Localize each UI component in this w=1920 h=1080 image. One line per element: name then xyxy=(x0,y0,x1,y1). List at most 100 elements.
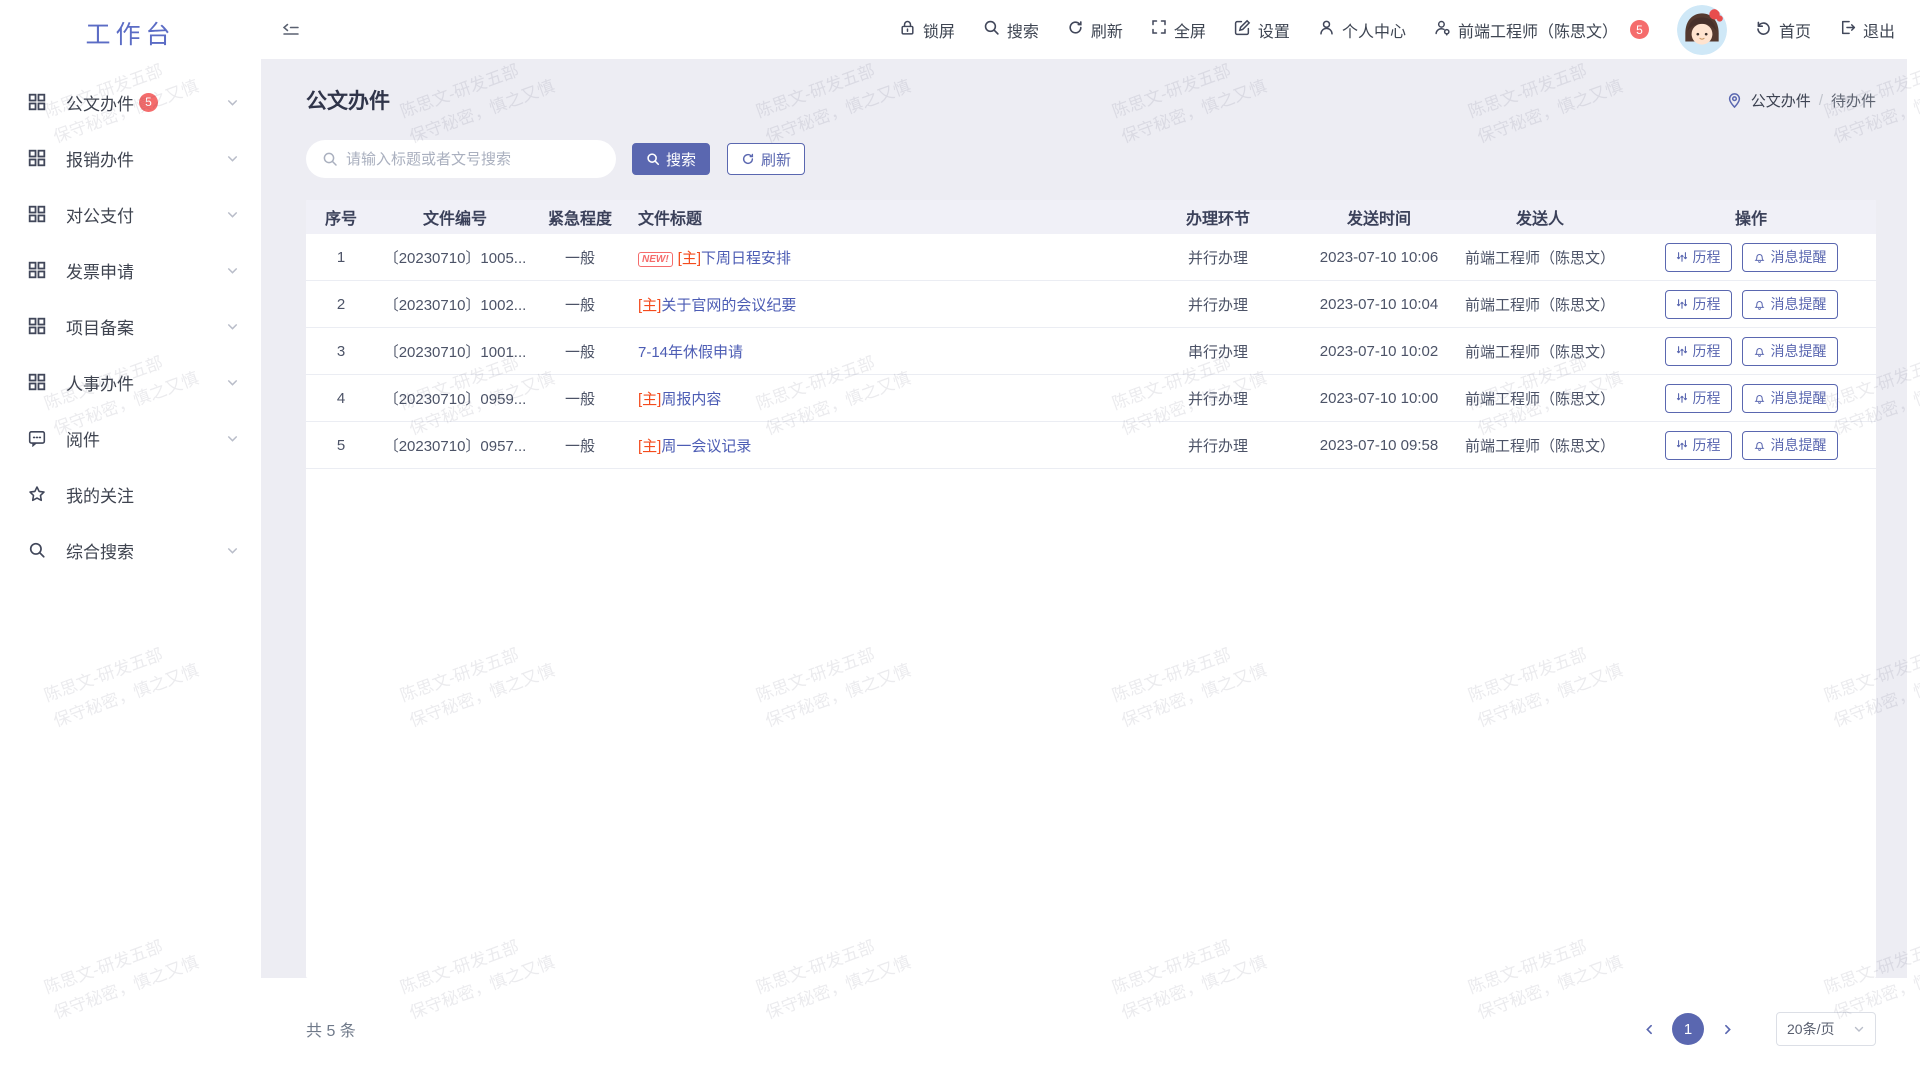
prev-page-button[interactable] xyxy=(1639,1019,1659,1039)
history-label: 历程 xyxy=(1693,341,1721,361)
column-header: 办理环节 xyxy=(1132,205,1304,229)
table-row: 2 〔20230710〕1002... 一般 [主]关于官网的会议纪要 并行办理… xyxy=(306,281,1876,328)
history-button[interactable]: 历程 xyxy=(1665,337,1732,366)
sidebar-item-xiangmu[interactable]: 项目备案 xyxy=(0,298,261,354)
sidebar-item-sousuo[interactable]: 综合搜索 xyxy=(0,522,261,578)
cell-time: 2023-07-10 10:04 xyxy=(1304,296,1454,313)
sidebar-item-fapiao[interactable]: 发票申请 xyxy=(0,242,261,298)
search-icon xyxy=(322,151,338,167)
cell-time: 2023-07-10 10:02 xyxy=(1304,343,1454,360)
person-icon xyxy=(1318,19,1335,41)
chevron-down-icon xyxy=(226,152,239,165)
chevron-down-icon xyxy=(226,376,239,389)
location-pin-icon xyxy=(1726,92,1743,109)
page-number[interactable]: 1 xyxy=(1672,1013,1704,1045)
topbar-actions: 锁屏 搜索 刷新 全屏 设置 个人中心 xyxy=(899,5,1895,55)
cell-title: NEW![主]下周日程安排 xyxy=(626,247,1132,268)
sidebar-item-renshi[interactable]: 人事办件 xyxy=(0,354,261,410)
chevron-down-icon xyxy=(226,432,239,445)
gear-icon xyxy=(1234,19,1251,41)
lock-screen-button[interactable]: 锁屏 xyxy=(899,18,955,42)
sidebar-item-label: 公文办件 xyxy=(66,90,134,115)
refresh-page-button[interactable]: 刷新 xyxy=(1067,18,1123,42)
sidebar-item-label: 阅件 xyxy=(66,426,100,451)
table-body: 1 〔20230710〕1005... 一般 NEW![主]下周日程安排 并行办… xyxy=(306,234,1876,469)
cell-seq: 5 xyxy=(306,437,376,454)
cell-title: [主]周报内容 xyxy=(626,388,1132,409)
current-user-button[interactable]: 前端工程师（陈思文） 5 xyxy=(1434,18,1649,42)
sidebar: 工作台 公文办件 5 报销办件 对公支付 发票申请 项目备案 xyxy=(0,0,261,1080)
column-header: 文件编号 xyxy=(376,205,534,229)
cell-title: [主]关于官网的会议纪要 xyxy=(626,294,1132,315)
comment-icon xyxy=(28,429,46,447)
table-header-row: 序号 文件编号 紧急程度 文件标题 办理环节 发送时间 发送人 操作 xyxy=(306,200,1876,234)
main-area: 锁屏 搜索 刷新 全屏 设置 个人中心 xyxy=(261,0,1920,1080)
history-label: 历程 xyxy=(1693,435,1721,455)
breadcrumb-root[interactable]: 公文办件 xyxy=(1751,90,1811,111)
doc-title-link[interactable]: 关于官网的会议纪要 xyxy=(661,297,796,314)
document-table: 序号 文件编号 紧急程度 文件标题 办理环节 发送时间 发送人 操作 1 〔20… xyxy=(306,200,1876,978)
notify-button[interactable]: 消息提醒 xyxy=(1742,431,1838,460)
cell-stage: 并行办理 xyxy=(1132,435,1304,456)
history-icon xyxy=(1676,298,1688,310)
bell-icon xyxy=(1753,298,1766,311)
history-icon xyxy=(1676,439,1688,451)
history-button[interactable]: 历程 xyxy=(1665,431,1732,460)
doc-title-link[interactable]: 7-14年休假申请 xyxy=(638,344,743,361)
bell-icon xyxy=(1753,439,1766,452)
global-search-button[interactable]: 搜索 xyxy=(983,18,1039,42)
history-label: 历程 xyxy=(1693,294,1721,314)
breadcrumb-separator: / xyxy=(1819,92,1823,109)
sidebar-item-label: 人事办件 xyxy=(66,370,134,395)
scrollbar-track[interactable] xyxy=(1907,59,1920,978)
sidebar-item-yuejian[interactable]: 阅件 xyxy=(0,410,261,466)
search-input[interactable] xyxy=(346,151,600,168)
avatar[interactable] xyxy=(1677,5,1727,55)
notify-button[interactable]: 消息提醒 xyxy=(1742,337,1838,366)
grid-icon xyxy=(28,317,46,335)
table-row: 1 〔20230710〕1005... 一般 NEW![主]下周日程安排 并行办… xyxy=(306,234,1876,281)
sidebar-item-guanzhu[interactable]: 我的关注 xyxy=(0,466,261,522)
logout-button[interactable]: 退出 xyxy=(1839,18,1895,42)
fullscreen-icon xyxy=(1151,19,1167,40)
cell-time: 2023-07-10 10:06 xyxy=(1304,249,1454,266)
chevron-down-icon xyxy=(226,544,239,557)
notify-button[interactable]: 消息提醒 xyxy=(1742,290,1838,319)
search-button[interactable]: 搜索 xyxy=(632,143,710,175)
history-button[interactable]: 历程 xyxy=(1665,384,1732,413)
next-page-button[interactable] xyxy=(1717,1019,1737,1039)
notify-button[interactable]: 消息提醒 xyxy=(1742,243,1838,272)
sidebar-fold-button[interactable] xyxy=(281,22,301,38)
history-button[interactable]: 历程 xyxy=(1665,290,1732,319)
cell-stage: 并行办理 xyxy=(1132,388,1304,409)
doc-prefix: [主] xyxy=(638,391,661,408)
doc-title-link[interactable]: 周一会议记录 xyxy=(661,438,751,455)
cell-urgency: 一般 xyxy=(534,294,626,315)
settings-button[interactable]: 设置 xyxy=(1234,18,1290,42)
sidebar-item-label: 发票申请 xyxy=(66,258,134,283)
doc-title-link[interactable]: 下周日程安排 xyxy=(701,250,791,267)
lock-screen-label: 锁屏 xyxy=(923,18,955,42)
table-row: 5 〔20230710〕0957... 一般 [主]周一会议记录 并行办理 20… xyxy=(306,422,1876,469)
grid-icon xyxy=(28,93,46,111)
logout-icon xyxy=(1839,19,1856,41)
sidebar-item-duigong[interactable]: 对公支付 xyxy=(0,186,261,242)
history-button[interactable]: 历程 xyxy=(1665,243,1732,272)
topbar: 锁屏 搜索 刷新 全屏 设置 个人中心 xyxy=(261,0,1920,59)
toolbar: 搜索 刷新 xyxy=(306,140,1876,178)
fullscreen-button[interactable]: 全屏 xyxy=(1151,18,1206,42)
doc-prefix: [主] xyxy=(678,250,701,267)
page-size-select[interactable]: 20条/页 xyxy=(1776,1012,1876,1046)
history-icon xyxy=(1676,392,1688,404)
sidebar-item-gongwen[interactable]: 公文办件 5 xyxy=(0,74,261,130)
home-button[interactable]: 首页 xyxy=(1755,18,1811,42)
sidebar-item-label: 综合搜索 xyxy=(66,538,134,563)
cell-time: 2023-07-10 09:58 xyxy=(1304,437,1454,454)
doc-title-link[interactable]: 周报内容 xyxy=(661,391,721,408)
notify-button[interactable]: 消息提醒 xyxy=(1742,384,1838,413)
refresh-icon xyxy=(741,152,755,166)
chevron-down-icon xyxy=(226,208,239,221)
profile-center-button[interactable]: 个人中心 xyxy=(1318,18,1406,42)
refresh-button[interactable]: 刷新 xyxy=(727,143,805,175)
sidebar-item-baoxiao[interactable]: 报销办件 xyxy=(0,130,261,186)
